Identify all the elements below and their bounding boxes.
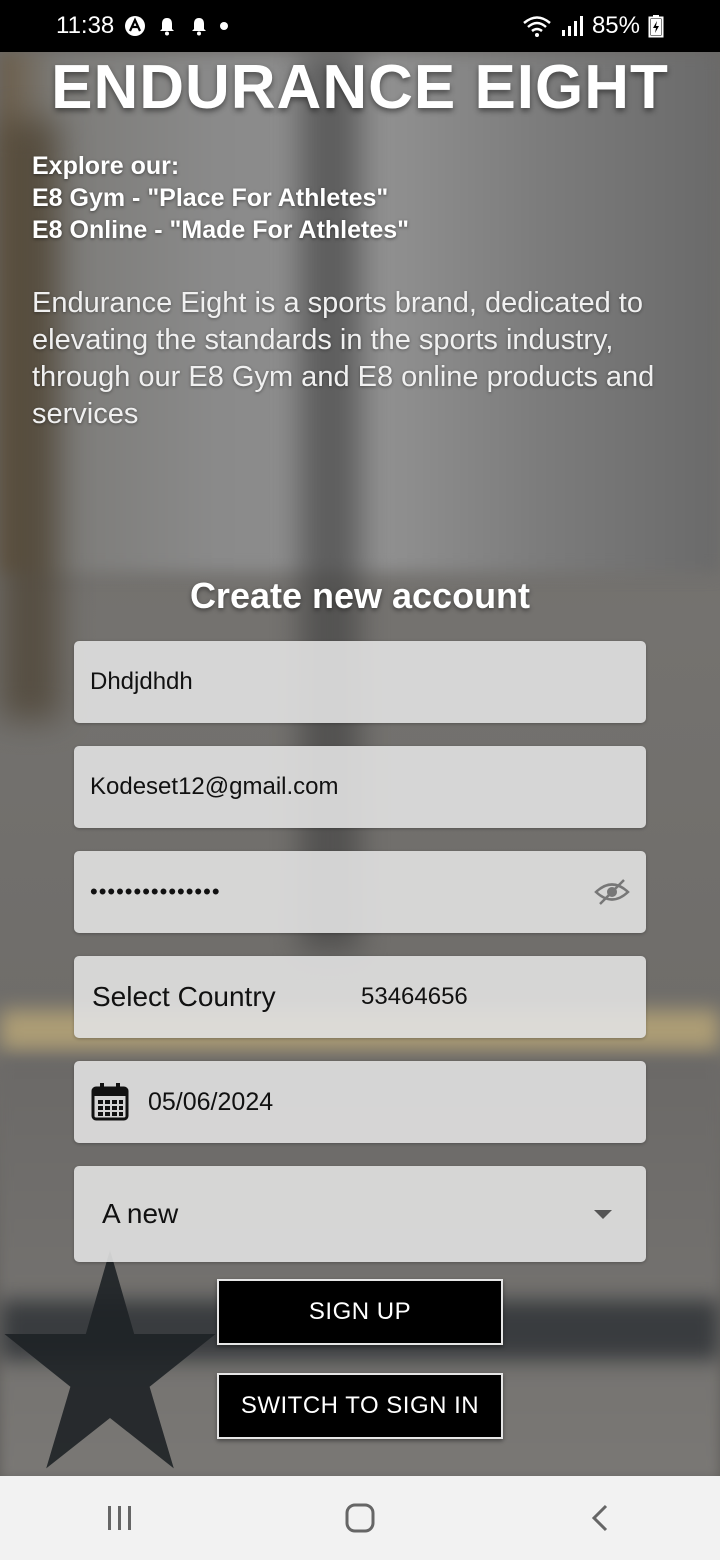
password-value: ••••••••••••••• <box>90 879 221 904</box>
battery-percent: 85% <box>591 12 640 39</box>
name-value: Dhdjdhdh <box>90 668 193 695</box>
select-value: A new <box>102 1198 179 1229</box>
date-value: 05/06/2024 <box>148 1087 274 1116</box>
back-button[interactable] <box>570 1488 630 1548</box>
phone-value: 53464656 <box>361 983 468 1010</box>
wifi-icon <box>523 16 551 37</box>
calendar-icon <box>91 1083 129 1121</box>
brand-title: ENDURANCE EIGHT <box>51 53 669 122</box>
switch-to-sign-in-button[interactable]: SWITCH TO SIGN IN <box>217 1373 503 1439</box>
name-field[interactable]: Dhdjdhdh <box>74 641 646 723</box>
sign-up-button[interactable]: SIGN UP <box>217 1279 503 1345</box>
account-type-select[interactable]: A new <box>74 1166 646 1262</box>
bell-icon <box>192 18 207 36</box>
status-bar: 11:38 85% <box>0 0 720 52</box>
system-nav-bar <box>0 1476 720 1560</box>
explore-text: Explore our: E8 Gym - "Place For Athlete… <box>32 150 409 246</box>
explore-line: Explore our: <box>32 152 180 180</box>
eye-off-icon[interactable] <box>594 877 630 907</box>
bell-icon <box>160 18 175 36</box>
form-title: Create new account <box>189 575 531 616</box>
email-value: Kodeset12@gmail.com <box>90 773 339 800</box>
app-notification-icon <box>125 16 146 36</box>
email-field[interactable]: Kodeset12@gmail.com <box>74 746 646 828</box>
home-icon <box>345 1503 375 1533</box>
home-button[interactable] <box>330 1488 390 1548</box>
battery-icon <box>648 15 664 38</box>
signal-icon <box>561 16 583 36</box>
country-select[interactable]: Select Country <box>74 981 276 1013</box>
dropdown-caret-icon <box>594 1210 612 1219</box>
recent-apps-button[interactable] <box>90 1488 150 1548</box>
notification-dot-icon <box>220 22 229 30</box>
about-text: Endurance Eight is a sports brand, dedic… <box>32 287 655 430</box>
explore-line: E8 Online - "Made For Athletes" <box>32 216 410 244</box>
explore-line: E8 Gym - "Place For Athletes" <box>32 184 389 212</box>
phone-field[interactable]: Select Country 53464656 <box>74 956 646 1038</box>
status-time: 11:38 <box>56 12 115 39</box>
date-field[interactable]: 05/06/2024 <box>74 1061 646 1143</box>
back-icon <box>591 1504 608 1532</box>
password-field[interactable]: ••••••••••••••• <box>74 851 646 933</box>
recent-apps-icon <box>108 1506 131 1530</box>
